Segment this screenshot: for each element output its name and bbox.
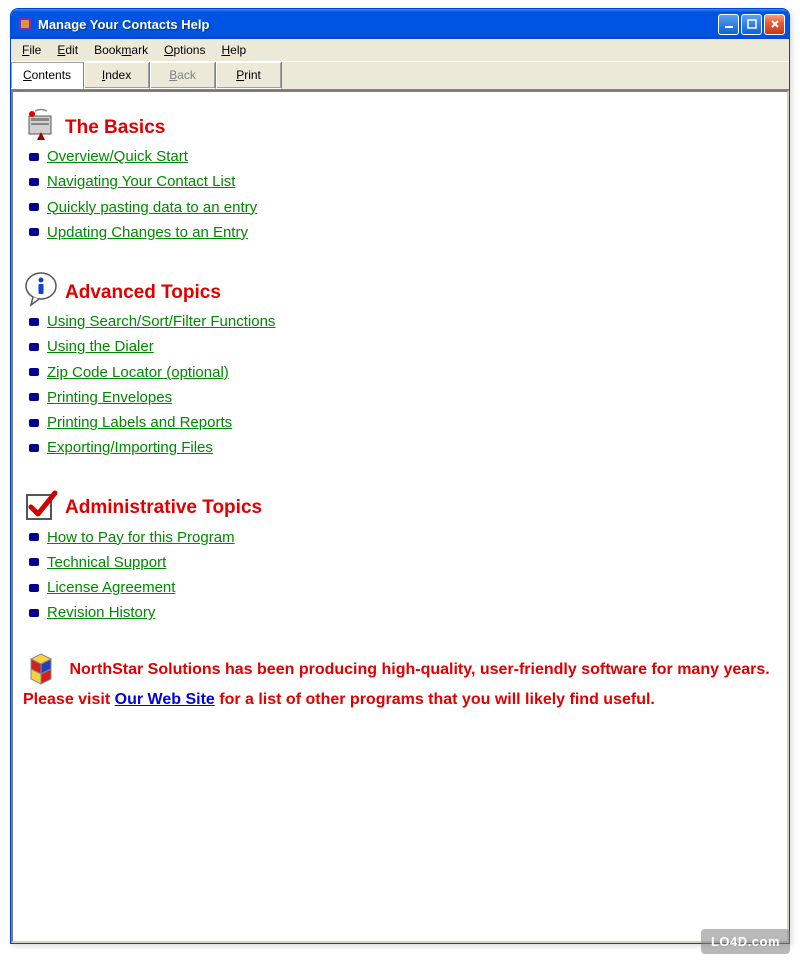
minimize-button[interactable] (718, 14, 739, 35)
section-title: Administrative Topics (65, 493, 262, 522)
list-item: Updating Changes to an Entry (29, 220, 777, 245)
bullet-icon (29, 444, 39, 452)
list-item: Navigating Your Contact List (29, 169, 777, 194)
menubar: File Edit Bookmark Options Help (11, 39, 789, 62)
link-revision[interactable]: Revision History (47, 601, 155, 624)
tab-index[interactable]: Index (84, 62, 150, 89)
link-updating[interactable]: Updating Changes to an Entry (47, 221, 248, 244)
list-item: Printing Labels and Reports (29, 410, 777, 435)
blocks-icon (23, 652, 59, 688)
basics-icon (23, 106, 59, 142)
section-title: The Basics (65, 113, 165, 142)
section-basics-header: The Basics (23, 106, 777, 142)
bullet-icon (29, 203, 39, 211)
tab-back[interactable]: Back (150, 62, 216, 89)
toolbar: Contents Index Back Print (11, 62, 789, 90)
close-button[interactable] (764, 14, 785, 35)
link-overview[interactable]: Overview/Quick Start (47, 145, 188, 168)
advanced-links: Using Search/Sort/Filter Functions Using… (29, 309, 777, 461)
bullet-icon (29, 558, 39, 566)
link-search[interactable]: Using Search/Sort/Filter Functions (47, 310, 275, 333)
list-item: License Agreement (29, 575, 777, 600)
bullet-icon (29, 178, 39, 186)
link-website[interactable]: Our Web Site (115, 691, 215, 708)
watermark: LO4D.com (701, 929, 790, 954)
list-item: Quickly pasting data to an entry (29, 195, 777, 220)
link-pasting[interactable]: Quickly pasting data to an entry (47, 196, 257, 219)
link-export[interactable]: Exporting/Importing Files (47, 436, 213, 459)
bullet-icon (29, 393, 39, 401)
bullet-icon (29, 584, 39, 592)
bullet-icon (29, 153, 39, 161)
bullet-icon (29, 533, 39, 541)
bullet-icon (29, 228, 39, 236)
list-item: Exporting/Importing Files (29, 435, 777, 460)
content-area: The Basics Overview/Quick Start Navigati… (11, 90, 789, 943)
window-controls (718, 14, 785, 35)
list-item: Using Search/Sort/Filter Functions (29, 309, 777, 334)
bullet-icon (29, 318, 39, 326)
footer-text: NorthStar Solutions has been producing h… (23, 652, 777, 713)
info-icon (23, 271, 59, 307)
link-zip[interactable]: Zip Code Locator (optional) (47, 361, 229, 384)
link-envelopes[interactable]: Printing Envelopes (47, 386, 172, 409)
list-item: How to Pay for this Program (29, 525, 777, 550)
list-item: Overview/Quick Start (29, 144, 777, 169)
tab-print[interactable]: Print (216, 62, 282, 89)
maximize-button[interactable] (741, 14, 762, 35)
menu-options[interactable]: Options (157, 41, 212, 59)
list-item: Technical Support (29, 550, 777, 575)
menu-help[interactable]: Help (214, 41, 253, 59)
menu-edit[interactable]: Edit (50, 41, 85, 59)
link-pay[interactable]: How to Pay for this Program (47, 526, 235, 549)
bullet-icon (29, 343, 39, 351)
bullet-icon (29, 609, 39, 617)
tab-contents[interactable]: Contents (11, 62, 84, 89)
bullet-icon (29, 419, 39, 427)
bullet-icon (29, 368, 39, 376)
list-item: Revision History (29, 600, 777, 625)
menu-file[interactable]: File (15, 41, 48, 59)
section-advanced-header: Advanced Topics (23, 271, 777, 307)
link-dialer[interactable]: Using the Dialer (47, 335, 154, 358)
admin-links: How to Pay for this Program Technical Su… (29, 525, 777, 626)
checkbox-icon (23, 487, 59, 523)
menu-bookmark[interactable]: Bookmark (87, 41, 155, 59)
app-icon (17, 16, 33, 32)
link-navigating[interactable]: Navigating Your Contact List (47, 170, 235, 193)
list-item: Using the Dialer (29, 334, 777, 359)
basics-links: Overview/Quick Start Navigating Your Con… (29, 144, 777, 245)
list-item: Printing Envelopes (29, 385, 777, 410)
link-license[interactable]: License Agreement (47, 576, 175, 599)
section-admin-header: Administrative Topics (23, 487, 777, 523)
footer-part2: for a list of other programs that you wi… (215, 691, 655, 708)
link-labels[interactable]: Printing Labels and Reports (47, 411, 232, 434)
link-support[interactable]: Technical Support (47, 551, 166, 574)
window-title: Manage Your Contacts Help (38, 17, 718, 32)
titlebar[interactable]: Manage Your Contacts Help (11, 9, 789, 39)
section-title: Advanced Topics (65, 278, 221, 307)
help-window: Manage Your Contacts Help File Edit Book… (10, 8, 790, 944)
list-item: Zip Code Locator (optional) (29, 360, 777, 385)
